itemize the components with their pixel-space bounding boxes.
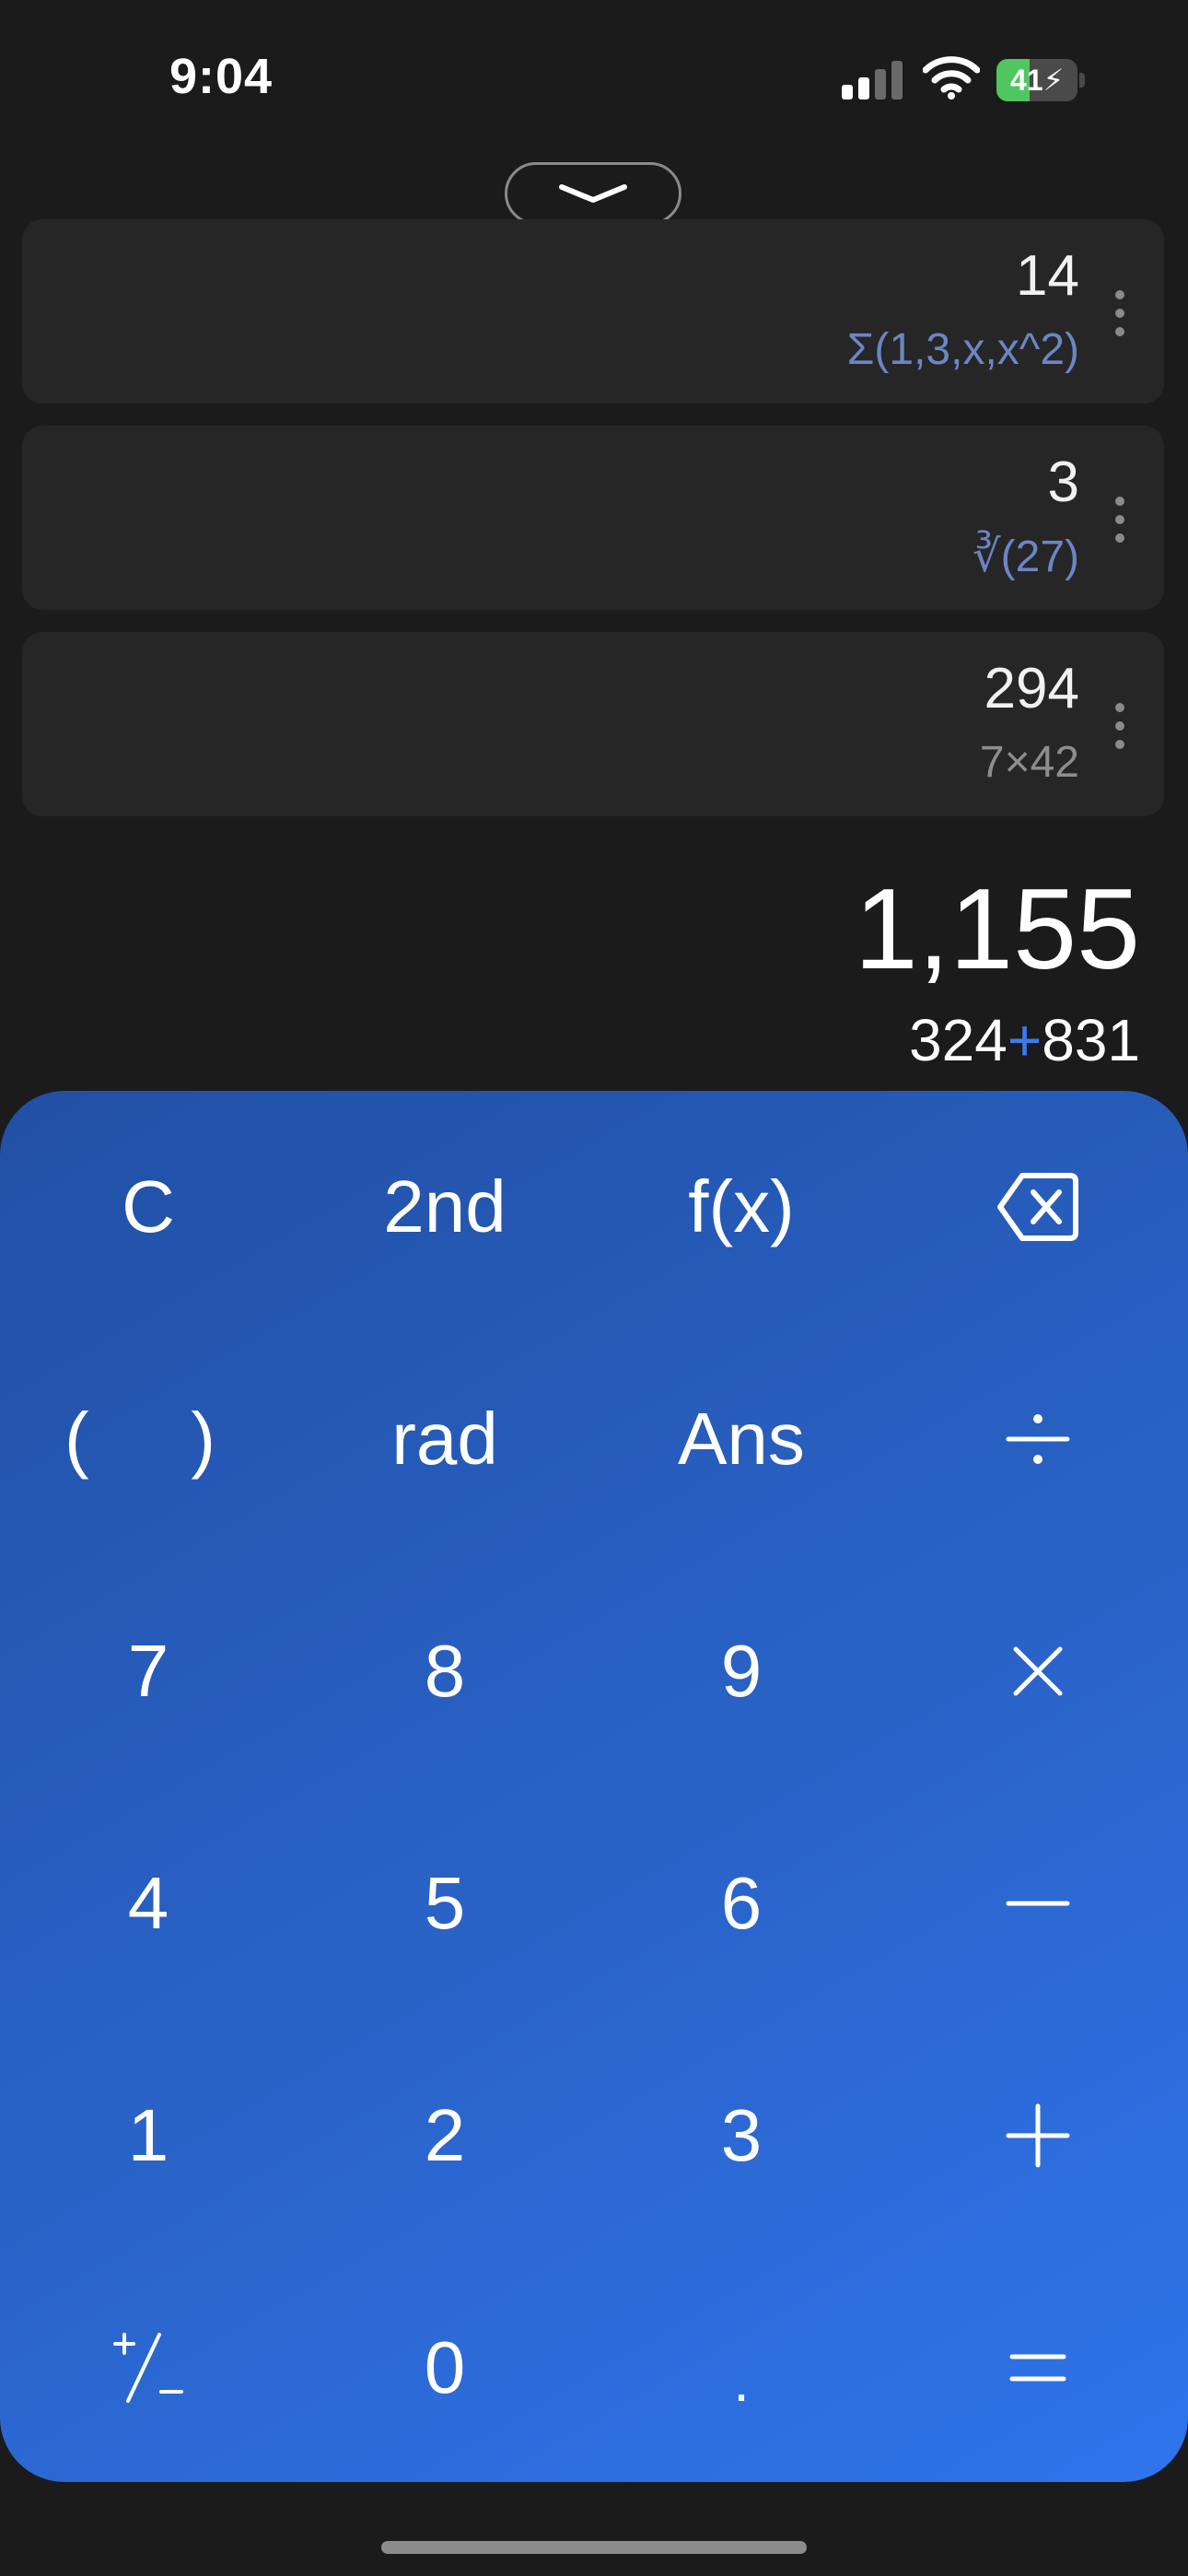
digit-1-button[interactable]: 1 xyxy=(0,2020,297,2252)
history-result: 3 xyxy=(1047,451,1079,514)
plus-minus-icon xyxy=(113,2333,183,2403)
history-result: 294 xyxy=(984,657,1079,720)
rad-button[interactable]: rad xyxy=(297,1323,593,1555)
backspace-icon xyxy=(997,1173,1078,1241)
clear-button[interactable]: C xyxy=(0,1091,297,1323)
digit-4-button[interactable]: 4 xyxy=(0,1787,297,2020)
operand-b: 831 xyxy=(1042,1007,1140,1073)
minus-icon xyxy=(1006,1901,1070,1906)
multiply-icon xyxy=(1013,1646,1063,1696)
add-button[interactable] xyxy=(890,2020,1186,2252)
multiply-button[interactable] xyxy=(890,1555,1186,1787)
digit-6-button[interactable]: 6 xyxy=(593,1787,890,2020)
battery-percent: 41 xyxy=(1009,64,1043,97)
parentheses-button[interactable]: ( ) xyxy=(0,1323,297,1555)
battery-icon: 41⚡ xyxy=(996,59,1085,101)
equals-icon xyxy=(1009,2354,1066,2382)
charging-bolt-icon: ⚡ xyxy=(1042,64,1065,97)
history-expression: 7×42 xyxy=(979,738,1079,787)
ans-button[interactable]: Ans xyxy=(593,1323,890,1555)
open-paren: ( xyxy=(64,1398,89,1480)
keypad: C 2nd f(x) ( ) rad Ans 7 8 9 4 5 6 1 2 3… xyxy=(0,1091,1188,2482)
current-result: 1,155 xyxy=(854,866,1140,993)
history-item[interactable]: 3 ∛(27) xyxy=(22,426,1164,610)
history-item[interactable]: 294 7×42 xyxy=(22,632,1164,816)
decimal-point: . xyxy=(733,2348,750,2414)
plus-icon xyxy=(1006,2103,1070,2168)
history-expression: ∛(27) xyxy=(973,533,1079,581)
digit-2-button[interactable]: 2 xyxy=(297,2020,593,2252)
more-vertical-icon[interactable] xyxy=(1111,494,1129,545)
equals-button[interactable] xyxy=(890,2252,1186,2484)
collapse-history-button[interactable] xyxy=(505,162,681,225)
decimal-button[interactable]: . xyxy=(593,2252,890,2484)
more-vertical-icon[interactable] xyxy=(1111,700,1129,752)
operand-a: 324 xyxy=(909,1007,1007,1073)
chevron-down-icon xyxy=(559,184,627,203)
digit-0-button[interactable]: 0 xyxy=(297,2252,593,2484)
digit-9-button[interactable]: 9 xyxy=(593,1555,890,1787)
second-function-button[interactable]: 2nd xyxy=(297,1091,593,1323)
close-paren: ) xyxy=(191,1398,215,1480)
plus-minus-button[interactable] xyxy=(0,2252,297,2484)
divide-icon xyxy=(1006,1414,1070,1464)
cellular-signal-icon xyxy=(842,61,903,100)
home-indicator[interactable] xyxy=(381,2541,807,2554)
digit-7-button[interactable]: 7 xyxy=(0,1555,297,1787)
current-expression[interactable]: 324+831 xyxy=(909,1006,1140,1074)
history-item[interactable]: 14 Σ(1,3,x,x^2) xyxy=(22,219,1164,404)
history-expression: Σ(1,3,x,x^2) xyxy=(846,325,1079,374)
digit-5-button[interactable]: 5 xyxy=(297,1787,593,2020)
divide-button[interactable] xyxy=(890,1323,1186,1555)
digit-3-button[interactable]: 3 xyxy=(593,2020,890,2252)
status-bar: 9:04 41⚡ xyxy=(0,0,1188,157)
backspace-button[interactable] xyxy=(890,1091,1186,1323)
wifi-icon xyxy=(923,56,980,100)
more-vertical-icon[interactable] xyxy=(1111,287,1129,339)
digit-8-button[interactable]: 8 xyxy=(297,1555,593,1787)
status-time: 9:04 xyxy=(169,49,274,104)
operator: + xyxy=(1007,1007,1042,1073)
function-button[interactable]: f(x) xyxy=(593,1091,890,1323)
subtract-button[interactable] xyxy=(890,1787,1186,2020)
history-result: 14 xyxy=(1016,244,1079,308)
